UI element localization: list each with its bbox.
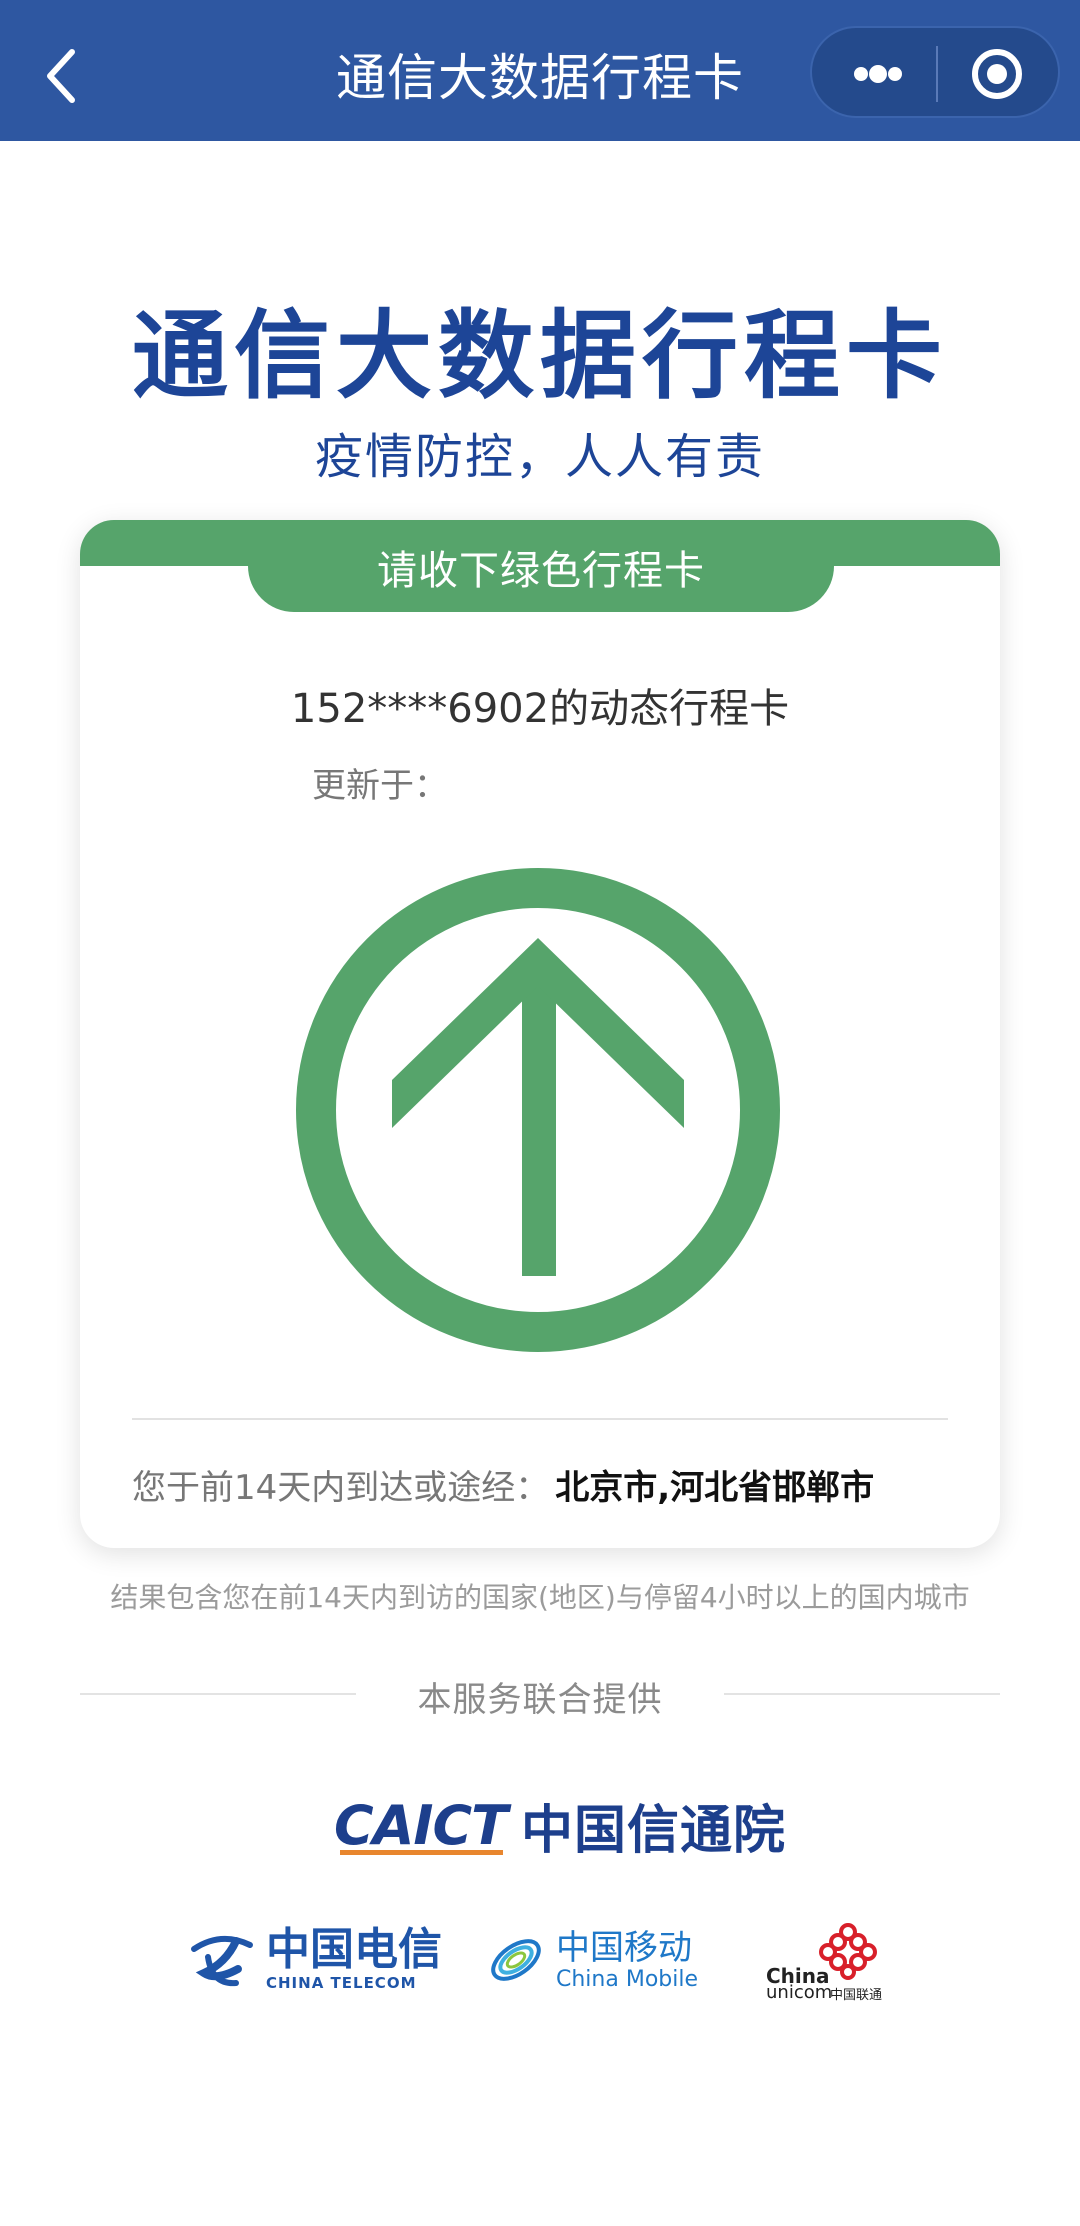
more-button[interactable] [832, 44, 922, 104]
page-title: 通信大数据行程卡 [132, 300, 948, 412]
provider-label: 本服务联合提供 [417, 1680, 663, 1720]
card-divider [132, 1418, 948, 1420]
capsule-divider [936, 46, 938, 102]
mobile-swirl-icon [491, 1939, 541, 1981]
mini-program-capsule [810, 26, 1060, 118]
route-summary: 您于前14天内到达或途经： 北京市,河北省邯郸市 [132, 1460, 874, 1509]
card-header-text: 请收下绿色行程卡 [377, 548, 705, 594]
route-cities: 北京市,河北省邯郸市 [555, 1468, 875, 1508]
close-target-icon [972, 49, 1022, 99]
provider-divider-right [724, 1693, 1000, 1695]
more-dots-icon [854, 65, 902, 83]
phone-dynamic-card-label: 152****6902的动态行程卡 [290, 686, 790, 732]
telecom-e-icon [191, 1936, 253, 1987]
updated-time-label: 更新于： [312, 766, 448, 806]
china-unicom-logo: China unicom 中国联通 [762, 1920, 902, 2003]
mobile-cn-name: 中国移动 [556, 1927, 692, 1968]
close-button[interactable] [952, 42, 1042, 106]
caict-cn-name: 中国信通院 [520, 1800, 786, 1861]
china-telecom-logo: 中国电信 CHINA TELECOM [186, 1924, 442, 1994]
result-note: 结果包含您在前14天内到访的国家(地区)与停留4小时以上的国内城市 [110, 1581, 970, 1614]
top-nav-bar: 通信大数据行程卡 [0, 0, 1080, 141]
status-arrow [294, 866, 782, 1354]
up-arrow-circle-icon [296, 868, 780, 1352]
unicom-en-unicom: unicom [766, 1982, 833, 2003]
telecom-cn-name: 中国电信 [266, 1924, 442, 1975]
unicom-knot-icon [819, 1923, 877, 1980]
telecom-en-name: CHINA TELECOM [266, 1974, 417, 1992]
caict-logo: CAICT 中国信通院 [334, 1793, 786, 1861]
page-subtitle: 疫情防控，人人有责 [314, 429, 765, 485]
china-mobile-logo: 中国移动 China Mobile [486, 1928, 698, 1992]
travel-card: 请收下绿色行程卡 152****6902的动态行程卡 更新于： 您于前14天内到… [80, 520, 1000, 1548]
unicom-cn-name: 中国联通 [830, 1988, 883, 2003]
mobile-en-name: China Mobile [556, 1966, 699, 1992]
route-label: 您于前14天内到达或途经： [132, 1468, 550, 1508]
card-header-tab: 请收下绿色行程卡 [248, 520, 834, 612]
caict-mark: CAICT [334, 1793, 508, 1857]
